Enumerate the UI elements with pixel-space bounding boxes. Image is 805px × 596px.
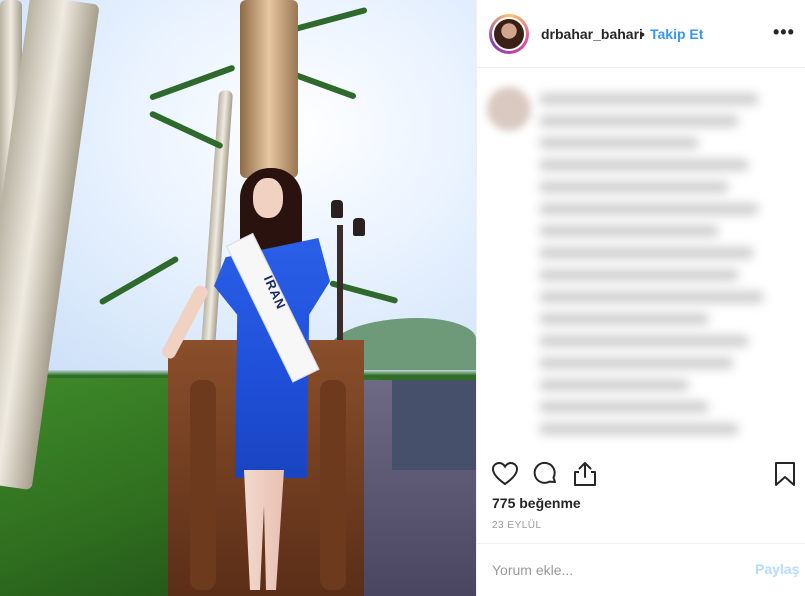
blurred-text-line	[539, 313, 709, 325]
likes-count[interactable]: 775 beğenme	[492, 495, 581, 511]
blurred-text-line	[539, 159, 749, 171]
pedestal-column	[190, 380, 216, 590]
blurred-text-line	[539, 291, 764, 303]
lamp-head	[353, 218, 365, 236]
caption-avatar	[487, 87, 531, 131]
pedestal-column	[320, 380, 346, 590]
blurred-text-line	[539, 93, 759, 105]
share-icon[interactable]	[571, 460, 599, 488]
comment-icon[interactable]	[531, 460, 559, 488]
username-link[interactable]: drbahar_bahari	[541, 26, 643, 42]
bookmark-icon[interactable]	[771, 460, 799, 488]
post-side-panel: drbahar_bahari • Takip Et ••• 775 beğenm…	[476, 0, 805, 596]
post-comment-button[interactable]: Paylaş	[755, 561, 799, 577]
post-header: drbahar_bahari • Takip Et •••	[477, 0, 805, 68]
blurred-text-line	[539, 423, 739, 435]
avatar[interactable]	[492, 17, 526, 51]
action-bar	[477, 456, 805, 496]
comment-input[interactable]	[492, 558, 742, 582]
comment-box: Paylaş	[477, 543, 805, 596]
blurred-text-line	[539, 401, 709, 413]
follow-button[interactable]: Takip Et	[650, 26, 703, 42]
blurred-text-line	[539, 335, 749, 347]
more-options-icon[interactable]: •••	[773, 22, 795, 43]
blurred-text-line	[539, 181, 729, 193]
blurred-text-line	[539, 247, 754, 259]
separator-dot: •	[640, 26, 645, 42]
blurred-text-line	[539, 357, 734, 369]
blurred-text-line	[539, 137, 699, 149]
carved-pillar	[240, 0, 298, 178]
street-lamp	[337, 225, 343, 355]
post-date[interactable]: 23 EYLÜL	[492, 520, 542, 531]
blurred-text-line	[539, 269, 739, 281]
post-image[interactable]: IRAN	[0, 0, 476, 596]
person-face	[253, 178, 283, 218]
blurred-text-line	[539, 203, 759, 215]
heart-icon[interactable]	[491, 460, 519, 488]
blurred-text-line	[539, 379, 689, 391]
photo-road	[392, 380, 476, 470]
blurred-text-line	[539, 115, 739, 127]
blurred-text-line	[539, 225, 719, 237]
caption-area-blurred	[477, 69, 805, 455]
lamp-head	[331, 200, 343, 218]
